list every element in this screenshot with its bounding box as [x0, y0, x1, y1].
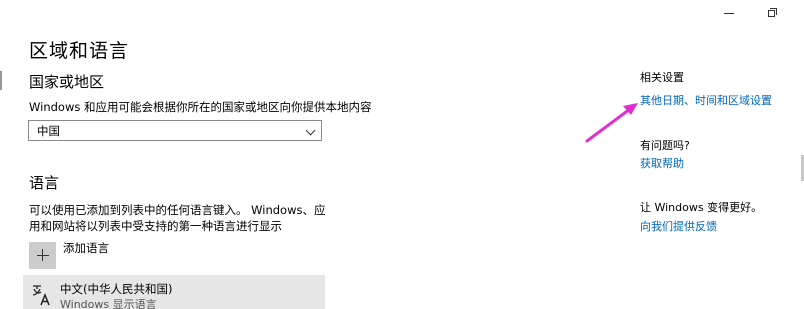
- add-language-label: 添加语言: [63, 241, 109, 255]
- settings-window: 区域和语言 国家或地区 Windows 和应用可能会根据你所在的国家或地区向你提…: [0, 0, 804, 309]
- nav-edge: [0, 71, 2, 90]
- help-heading: 有问题吗?: [640, 139, 690, 152]
- chevron-down-icon: [305, 125, 316, 136]
- language-description: 可以使用已添加到列表中的任何语言键入。 Windows、应用和网站将以列表中受支…: [29, 203, 326, 233]
- plus-icon: [29, 241, 56, 269]
- country-description: Windows 和应用可能会根据你所在的国家或地区向你提供本地内容: [29, 100, 372, 114]
- language-name: 中文(中华人民共和国): [60, 282, 173, 296]
- country-heading: 国家或地区: [29, 73, 105, 91]
- feedback-link[interactable]: 向我们提供反馈: [640, 218, 717, 234]
- country-select[interactable]: 中国: [28, 120, 322, 141]
- add-language-button[interactable]: 添加语言: [29, 240, 109, 270]
- language-icon: [32, 285, 50, 306]
- restore-icon: [767, 7, 777, 17]
- improve-windows-heading: 让 Windows 变得更好。: [640, 201, 763, 214]
- language-list-item[interactable]: 中文(中华人民共和国) Windows 显示语言: [23, 275, 325, 309]
- minimize-button[interactable]: [706, 0, 752, 26]
- language-heading: 语言: [29, 174, 60, 192]
- other-settings-link[interactable]: 其他日期、时间和区域设置: [640, 92, 772, 108]
- language-subtitle: Windows 显示语言: [60, 298, 157, 309]
- get-help-link[interactable]: 获取帮助: [640, 155, 684, 171]
- restore-button[interactable]: [748, 0, 794, 26]
- minimize-icon: [724, 12, 734, 14]
- country-select-value: 中国: [37, 123, 60, 138]
- page-title: 区域和语言: [29, 40, 130, 62]
- related-settings-heading: 相关设置: [640, 71, 684, 84]
